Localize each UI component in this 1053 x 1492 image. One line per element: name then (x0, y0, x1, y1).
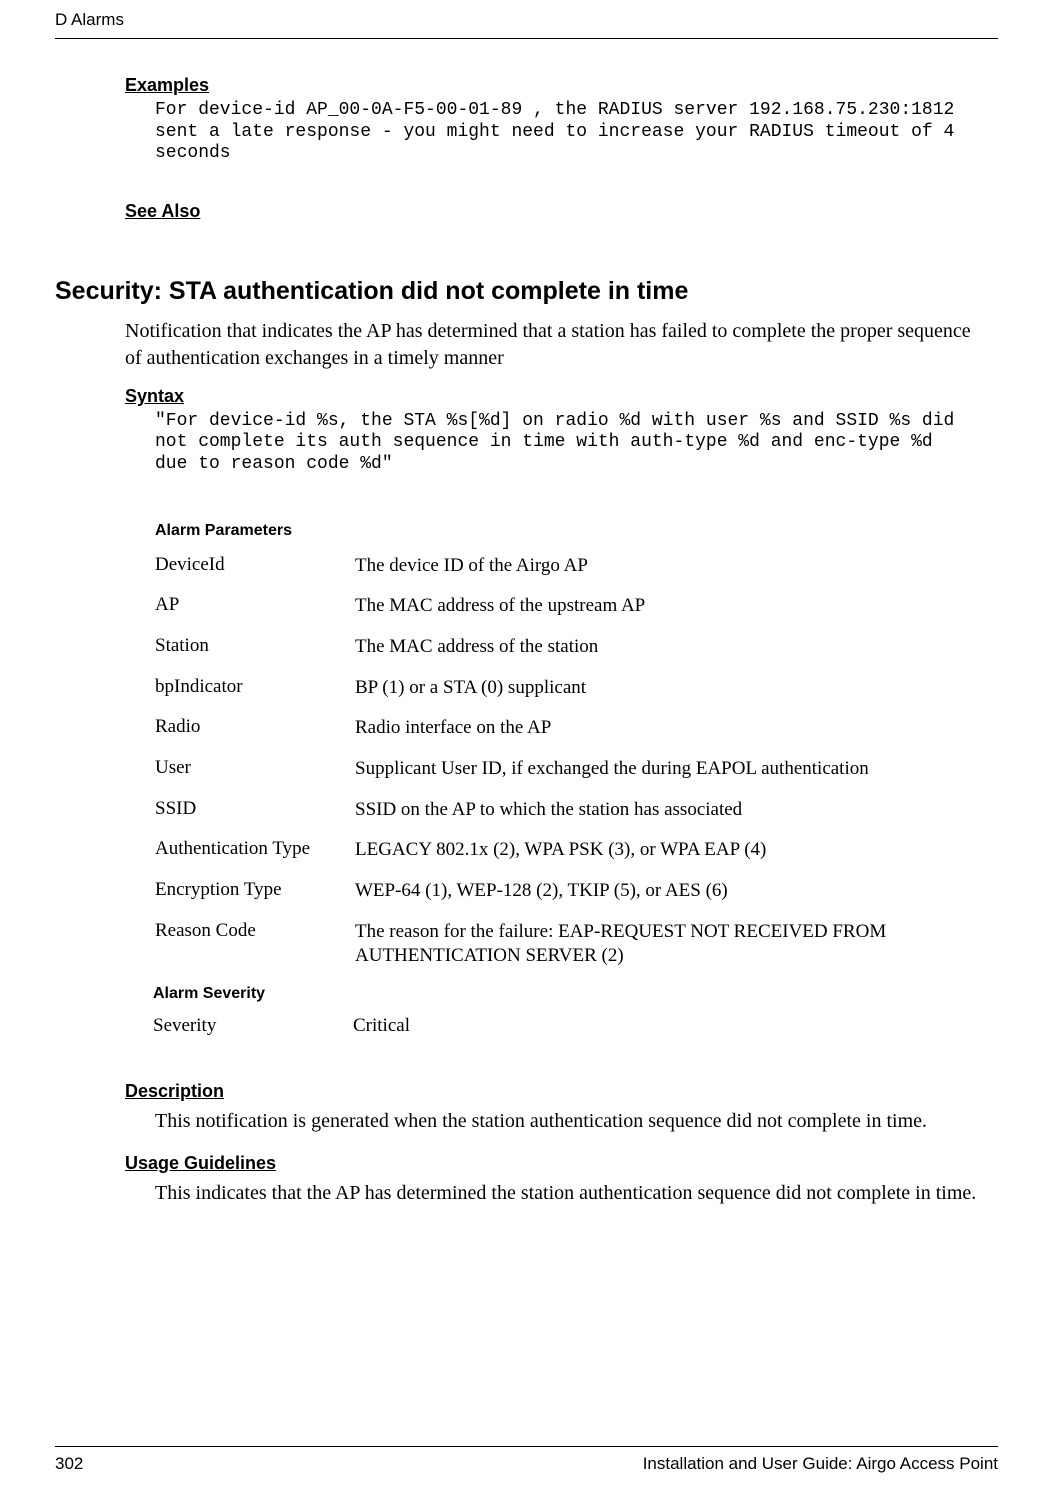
param-key: DeviceId (155, 554, 355, 579)
table-row: Authentication Type LEGACY 802.1x (2), W… (155, 838, 988, 863)
param-val: WEP-64 (1), WEP-128 (2), TKIP (5), or AE… (355, 879, 988, 904)
param-val: LEGACY 802.1x (2), WPA PSK (3), or WPA E… (355, 838, 988, 863)
header-left: D Alarms (55, 10, 124, 30)
section-examples-heading: Examples (125, 75, 988, 96)
param-key: User (155, 757, 355, 782)
main-section-title: Security: STA authentication did not com… (55, 277, 988, 306)
table-row: bpIndicator BP (1) or a STA (0) supplica… (155, 676, 988, 701)
param-key: SSID (155, 798, 355, 823)
page-footer: 302 Installation and User Guide: Airgo A… (55, 1454, 998, 1474)
param-val: Radio interface on the AP (355, 716, 988, 741)
section-seealso-heading: See Also (125, 201, 988, 222)
page-header: D Alarms (55, 0, 998, 39)
footer-divider (55, 1446, 998, 1447)
param-val: SSID on the AP to which the station has … (355, 798, 988, 823)
param-key: Radio (155, 716, 355, 741)
alarm-parameters-title: Alarm Parameters (125, 522, 988, 540)
severity-row: Severity Critical (125, 1015, 988, 1037)
param-val: The MAC address of the upstream AP (355, 594, 988, 619)
param-key: Station (155, 635, 355, 660)
table-row: Radio Radio interface on the AP (155, 716, 988, 741)
param-key: bpIndicator (155, 676, 355, 701)
description-paragraph: This notification is generated when the … (125, 1108, 988, 1135)
param-key: AP (155, 594, 355, 619)
usage-paragraph: This indicates that the AP has determine… (125, 1180, 988, 1207)
examples-code-block: For device-id AP_00-0A-F5-00-01-89 , the… (125, 100, 988, 165)
table-row: Station The MAC address of the station (155, 635, 988, 660)
table-row: SSID SSID on the AP to which the station… (155, 798, 988, 823)
table-row: Encryption Type WEP-64 (1), WEP-128 (2),… (155, 879, 988, 904)
param-val: BP (1) or a STA (0) supplicant (355, 676, 988, 701)
section-description-heading: Description (125, 1081, 988, 1102)
table-row: Reason Code The reason for the failure: … (155, 920, 988, 969)
param-val: The reason for the failure: EAP-REQUEST … (355, 920, 988, 969)
alarm-severity-title: Alarm Severity (125, 985, 988, 1003)
section-syntax-heading: Syntax (125, 386, 988, 407)
intro-paragraph: Notification that indicates the AP has d… (125, 318, 988, 372)
param-key: Authentication Type (155, 838, 355, 863)
page-number: 302 (55, 1454, 83, 1474)
doc-title: Installation and User Guide: Airgo Acces… (643, 1454, 998, 1474)
param-val: The device ID of the Airgo AP (355, 554, 988, 579)
table-row: AP The MAC address of the upstream AP (155, 594, 988, 619)
param-val: The MAC address of the station (355, 635, 988, 660)
severity-val: Critical (353, 1015, 410, 1037)
severity-key: Severity (153, 1015, 353, 1037)
param-val: Supplicant User ID, if exchanged the dur… (355, 757, 988, 782)
page-content: Examples For device-id AP_00-0A-F5-00-01… (55, 75, 998, 1207)
table-row: User Supplicant User ID, if exchanged th… (155, 757, 988, 782)
alarm-parameters-table: DeviceId The device ID of the Airgo AP A… (125, 554, 988, 970)
syntax-code-block: "For device-id %s, the STA %s[%d] on rad… (125, 411, 988, 476)
param-key: Encryption Type (155, 879, 355, 904)
table-row: DeviceId The device ID of the Airgo AP (155, 554, 988, 579)
param-key: Reason Code (155, 920, 355, 969)
section-usage-heading: Usage Guidelines (125, 1153, 988, 1174)
